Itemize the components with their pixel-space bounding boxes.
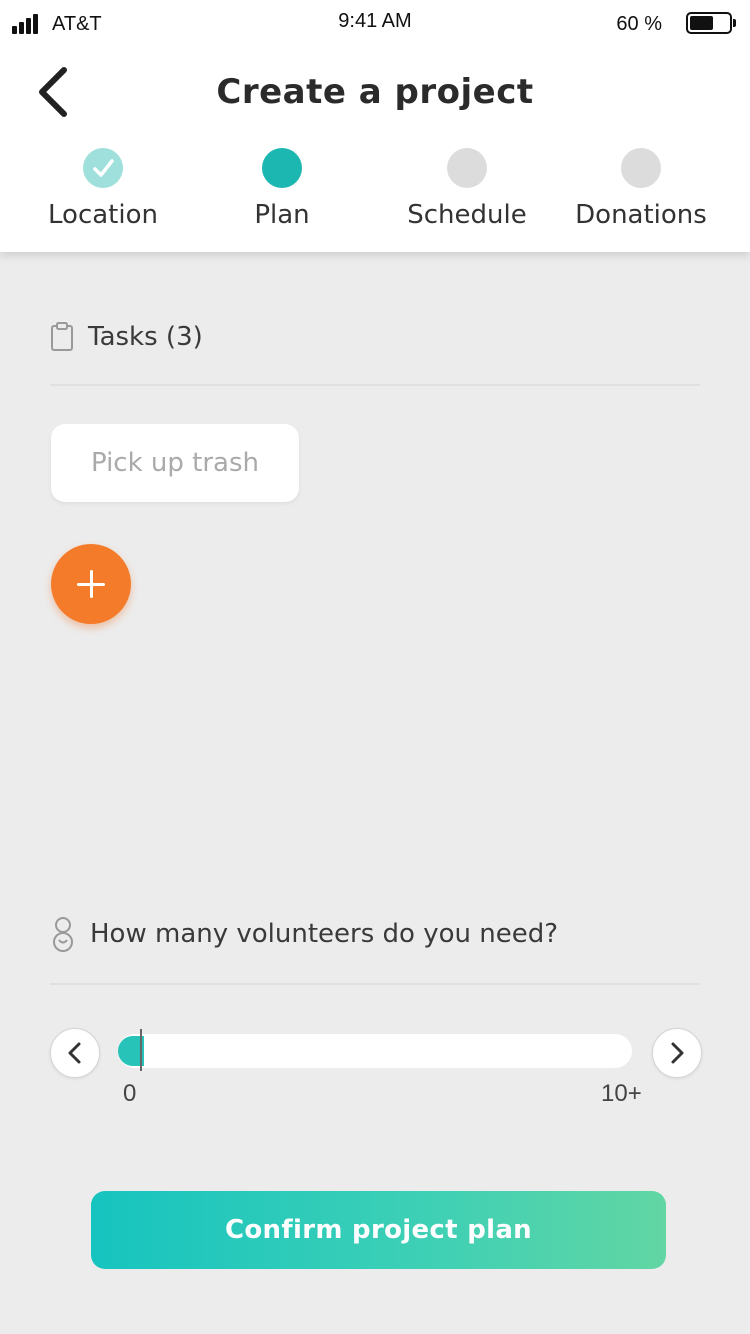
confirm-project-plan-button[interactable]: Confirm project plan — [91, 1191, 666, 1269]
slider-cursor — [140, 1029, 142, 1071]
page-title: Create a project — [216, 72, 534, 112]
step-indicator — [621, 148, 661, 188]
check-icon — [83, 148, 123, 188]
battery-percentage: 60 % — [616, 13, 662, 35]
chevron-right-icon — [671, 1042, 684, 1064]
step-label: Location — [48, 200, 158, 230]
tasks-header: Tasks (3) — [50, 322, 203, 352]
step-label: Donations — [575, 200, 707, 230]
slider-min-label: 0 — [123, 1080, 137, 1107]
step-donations[interactable]: Donations — [561, 146, 721, 230]
progress-steps: Location Plan Schedule Donations — [0, 146, 750, 246]
step-label: Plan — [254, 200, 310, 230]
status-bar: AT&T 9:41 AM 60 % — [0, 0, 750, 48]
volunteers-slider-track[interactable] — [118, 1034, 632, 1068]
decrease-volunteers-button[interactable] — [50, 1028, 100, 1078]
increase-volunteers-button[interactable] — [652, 1028, 702, 1078]
volunteers-question: How many volunteers do you need? — [90, 919, 559, 949]
chevron-left-icon — [68, 1042, 81, 1064]
add-task-button[interactable] — [51, 544, 131, 624]
step-plan[interactable]: Plan — [202, 146, 362, 230]
battery-icon — [686, 12, 736, 34]
step-label: Schedule — [407, 200, 527, 230]
battery-level — [690, 16, 713, 30]
divider — [50, 384, 700, 386]
step-indicator — [447, 148, 487, 188]
divider — [50, 983, 700, 985]
person-icon — [53, 917, 73, 952]
tasks-count-label: Tasks (3) — [88, 322, 203, 352]
task-chip[interactable]: Pick up trash — [51, 424, 299, 502]
step-indicator — [262, 148, 302, 188]
slider-max-label: 10+ — [601, 1080, 642, 1107]
app-header: AT&T 9:41 AM 60 % Create a project Locat… — [0, 0, 750, 252]
volunteers-header: How many volunteers do you need? — [52, 916, 558, 952]
step-schedule[interactable]: Schedule — [387, 146, 547, 230]
step-location[interactable]: Location — [23, 146, 183, 230]
clipboard-icon — [51, 322, 73, 351]
